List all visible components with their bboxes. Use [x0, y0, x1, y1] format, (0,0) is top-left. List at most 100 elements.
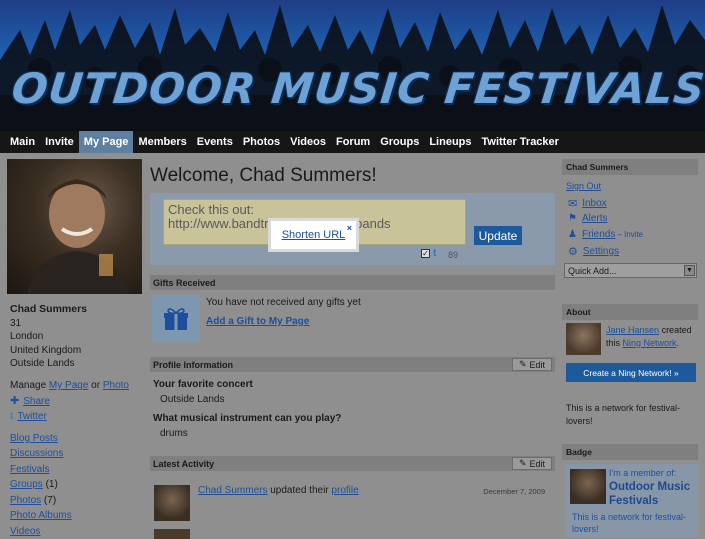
nav-photos[interactable]: Photos: [238, 131, 285, 153]
nav-invite[interactable]: Invite: [40, 131, 79, 153]
main-navigation: Main Invite My Page Members Events Photo…: [0, 131, 705, 153]
close-icon[interactable]: ×: [347, 223, 352, 233]
creator-link[interactable]: Jane Hansen: [606, 325, 659, 335]
discussions-link[interactable]: Discussions: [10, 448, 63, 459]
profile-photo[interactable]: [7, 159, 142, 294]
profile-country: United Kingdom: [10, 344, 82, 356]
latest-activity-title: Latest Activity: [153, 458, 215, 469]
ning-network-link[interactable]: Ning Network: [623, 338, 677, 348]
share-icon: ✚: [10, 394, 20, 407]
gifts-header: Gifts Received: [150, 275, 555, 290]
about-created: created: [661, 325, 692, 335]
edit-label: Edit: [529, 359, 546, 370]
settings-link[interactable]: Settings: [583, 246, 619, 257]
person-photo-icon: [27, 179, 129, 294]
manage-label: Manage: [10, 380, 47, 391]
twitter-row[interactable]: t Twitter: [10, 409, 129, 425]
badge-description: This is a network for festival-lovers!: [572, 512, 687, 534]
photo-albums-link[interactable]: Photo Albums: [10, 510, 72, 521]
twitter-share-icon[interactable]: t: [433, 248, 436, 259]
site-header: OUTDOOR MUSIC FESTIVALS: [0, 0, 705, 131]
profile-links: Manage My Page or Photo ✚ Share t Twitte…: [10, 378, 129, 539]
manage-my-page-link[interactable]: My Page: [49, 380, 88, 391]
activity-avatar[interactable]: [154, 485, 190, 521]
gear-icon: ⚙: [568, 246, 578, 258]
sign-out-link[interactable]: Sign Out: [566, 181, 601, 191]
answer-instrument: drums: [160, 428, 188, 439]
videos-link[interactable]: Videos: [10, 526, 40, 537]
friends-link[interactable]: Friends: [582, 229, 615, 240]
badge-header: Badge: [562, 444, 698, 460]
profile-info-header: Profile Information ✎ Edit: [150, 357, 555, 372]
manage-photo-link[interactable]: Photo: [103, 380, 129, 391]
question-favorite-concert: Your favorite concert: [153, 379, 253, 390]
groups-link[interactable]: Groups: [10, 479, 43, 490]
photos-link[interactable]: Photos: [10, 495, 41, 506]
profile-info-title: Profile Information: [153, 359, 234, 370]
network-description: This is a network for festival-lovers!: [566, 403, 681, 426]
quick-add-select[interactable]: Quick Add... ▼: [564, 263, 697, 278]
site-title: OUTDOOR MUSIC FESTIVALS: [9, 64, 705, 113]
edit-activity-button[interactable]: ✎ Edit: [512, 457, 552, 470]
person-icon: ♟: [568, 229, 577, 240]
twitter-icon: t: [10, 411, 14, 422]
edit-label: Edit: [529, 458, 546, 469]
alerts-item[interactable]: ⚑ Alerts: [568, 213, 608, 224]
badge-network-name: Outdoor Music Festivals: [609, 481, 691, 507]
update-button[interactable]: Update: [474, 226, 522, 245]
add-gift-link[interactable]: Add a Gift to My Page: [206, 316, 309, 327]
share-link[interactable]: Share: [23, 394, 50, 410]
main-content: Welcome, Chad Summers! Check this out: h…: [150, 153, 555, 539]
share-row[interactable]: ✚ Share: [10, 394, 129, 410]
latest-activity-header: Latest Activity ✎ Edit: [150, 456, 555, 471]
nav-videos[interactable]: Videos: [285, 131, 331, 153]
nav-members[interactable]: Members: [133, 131, 191, 153]
char-count: 89: [448, 250, 459, 260]
activity-date: December 7, 2009: [483, 487, 545, 496]
gifts-title: Gifts Received: [153, 277, 216, 288]
gift-icon-box: [152, 295, 200, 342]
nav-forum[interactable]: Forum: [331, 131, 375, 153]
nav-lineups[interactable]: Lineups: [424, 131, 476, 153]
profile-extra: Outside Lands: [10, 358, 75, 369]
chevron-down-icon: ▼: [684, 265, 695, 276]
nav-my-page[interactable]: My Page: [78, 131, 134, 153]
friends-invite-link[interactable]: – Invite: [617, 230, 643, 239]
share-options: ✓ t: [421, 248, 436, 259]
alerts-link[interactable]: Alerts: [582, 213, 608, 224]
about-this: this: [606, 338, 621, 348]
page-title: Welcome, Chad Summers!: [150, 165, 377, 186]
blog-posts-link[interactable]: Blog Posts: [10, 433, 58, 444]
checkbox-icon[interactable]: ✓: [421, 249, 430, 258]
twitter-link[interactable]: Twitter: [17, 409, 46, 425]
settings-item[interactable]: ⚙ Settings: [568, 245, 619, 258]
gifts-empty-text: You have not received any gifts yet: [206, 297, 361, 308]
about-text: Jane Hansen created this Ning Network.: [606, 324, 692, 350]
activity-user-link[interactable]: Chad Summers: [198, 485, 267, 496]
creator-avatar[interactable]: [566, 323, 601, 355]
about-period: .: [676, 338, 680, 348]
groups-count: (1): [45, 479, 58, 490]
create-ning-network-button[interactable]: Create a Ning Network! »: [566, 363, 696, 382]
edit-profile-button[interactable]: ✎ Edit: [512, 358, 552, 371]
shorten-url-link[interactable]: Shorten URL: [282, 229, 346, 241]
member-badge[interactable]: I'm a member of: Outdoor Music Festivals…: [566, 464, 698, 537]
festivals-link[interactable]: Festivals: [10, 464, 49, 475]
profile-name: Chad Summers: [10, 303, 88, 315]
activity-avatar-next[interactable]: [154, 529, 190, 539]
nav-groups[interactable]: Groups: [375, 131, 424, 153]
profile-sidebar: Chad Summers 31 London United Kingdom Ou…: [0, 153, 146, 537]
flag-icon: ⚑: [568, 213, 577, 224]
inbox-item[interactable]: ✉ Inbox: [568, 197, 607, 210]
quick-add-value: Quick Add...: [568, 265, 617, 276]
friends-item[interactable]: ♟ Friends – Invite: [568, 229, 643, 240]
activity-profile-link[interactable]: profile: [331, 485, 358, 496]
answer-favorite-concert: Outside Lands: [160, 394, 225, 405]
manage-or: or: [91, 380, 101, 391]
right-sidebar: Chad Summers Sign Out ✉ Inbox ⚑ Alerts ♟…: [562, 153, 698, 537]
nav-events[interactable]: Events: [192, 131, 238, 153]
nav-twitter-tracker[interactable]: Twitter Tracker: [477, 131, 564, 153]
user-box-header: Chad Summers: [562, 159, 698, 175]
nav-main[interactable]: Main: [5, 131, 40, 153]
inbox-link[interactable]: Inbox: [582, 198, 606, 209]
